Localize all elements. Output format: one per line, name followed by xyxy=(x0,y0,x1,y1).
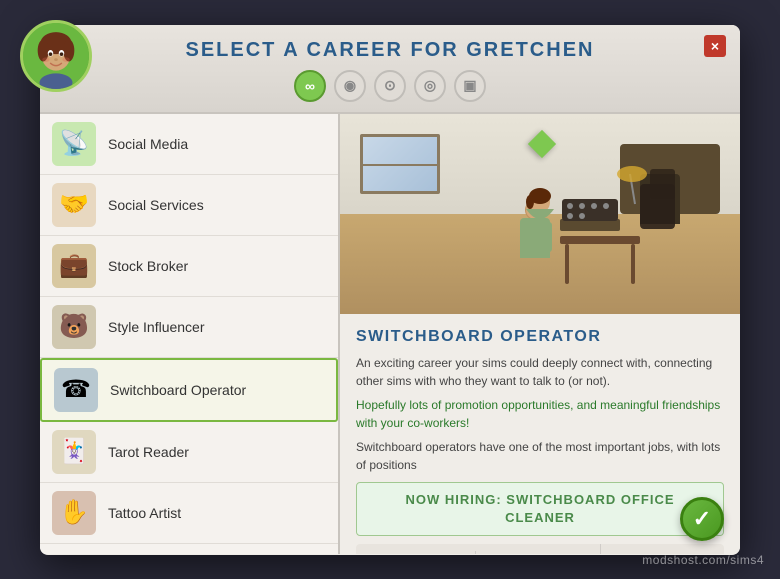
career-name-tarot-reader: Tarot Reader xyxy=(108,444,189,460)
career-name-switchboard-operator: Switchboard Operator xyxy=(110,382,246,398)
career-name-social-services: Social Services xyxy=(108,197,204,213)
filter-icon-f4[interactable]: ◎ xyxy=(414,70,446,102)
modal-body: 📡 Social Media 🤝 Social Services 💼 Stock Brok… xyxy=(40,114,740,554)
watermark: modshost.com/sims4 xyxy=(642,553,764,567)
career-image xyxy=(340,114,740,314)
career-icon-switchboard-operator: ☎ xyxy=(54,368,98,412)
career-item-social-media[interactable]: 📡 Social Media xyxy=(40,114,338,175)
career-selection-modal: Select a Career for Gretchen × ∞◉⊙◎▣ 📡 So… xyxy=(40,25,740,555)
hiring-banner: Now Hiring: Switchboard Office Cleaner xyxy=(356,482,724,536)
career-stats: $ 22/hour 7:00 AM - 7:00 PM SMTWTFS xyxy=(356,544,724,554)
career-item-switchboard-operator[interactable]: ☎ Switchboard Operator xyxy=(40,358,338,422)
career-icon-style-influencer: 🐻 xyxy=(52,305,96,349)
modal-header: Select a Career for Gretchen × ∞◉⊙◎▣ xyxy=(40,25,740,114)
scene-table xyxy=(560,236,640,244)
person-body xyxy=(520,218,550,258)
career-desc-3: Switchboard operators have one of the mo… xyxy=(356,438,724,474)
career-item-stock-broker[interactable]: 💼 Stock Broker xyxy=(40,236,338,297)
career-icon-social-services: 🤝 xyxy=(52,183,96,227)
career-desc-2: Hopefully lots of promotion opportunitie… xyxy=(356,396,724,432)
career-icon-social-media: 📡 xyxy=(52,122,96,166)
scene-person xyxy=(520,200,550,258)
confirm-button[interactable]: ✓ xyxy=(680,497,724,541)
career-item-social-services[interactable]: 🤝 Social Services xyxy=(40,175,338,236)
filter-icon-f5[interactable]: ▣ xyxy=(454,70,486,102)
hiring-text: Now Hiring: Switchboard Office Cleaner xyxy=(405,492,674,525)
career-desc-1: An exciting career your sims could deepl… xyxy=(356,354,724,390)
person-head xyxy=(525,200,545,220)
career-list: 📡 Social Media 🤝 Social Services 💼 Stock Brok… xyxy=(40,114,340,554)
confirm-icon: ✓ xyxy=(693,508,711,530)
filter-icon-all[interactable]: ∞ xyxy=(294,70,326,102)
career-item-tarot-reader[interactable]: 🃏 Tarot Reader xyxy=(40,422,338,483)
career-name-social-media: Social Media xyxy=(108,136,188,152)
filter-icon-f2[interactable]: ◉ xyxy=(334,70,366,102)
hours-stat: 7:00 AM - 7:00 PM xyxy=(480,544,600,554)
career-name-style-influencer: Style Influencer xyxy=(108,319,205,335)
career-icon-stock-broker: 💼 xyxy=(52,244,96,288)
career-name-stock-broker: Stock Broker xyxy=(108,258,188,274)
selected-career-title: Switchboard Operator xyxy=(356,328,724,346)
career-icon-tarot-reader: 🃏 xyxy=(52,430,96,474)
career-item-style-influencer[interactable]: 🐻 Style Influencer xyxy=(40,297,338,358)
career-item-tattoo-artist[interactable]: ✋ Tattoo Artist xyxy=(40,483,338,544)
filter-bar: ∞◉⊙◎▣ xyxy=(60,70,720,102)
modal-title: Select a Career for Gretchen xyxy=(60,39,720,62)
career-name-tattoo-artist: Tattoo Artist xyxy=(108,505,181,521)
pay-stat: $ 22/hour xyxy=(356,551,476,554)
scene-bg-chair xyxy=(640,174,680,224)
scene-window xyxy=(360,134,440,194)
career-detail: Switchboard Operator An exciting career … xyxy=(340,114,740,554)
avatar xyxy=(20,20,92,92)
close-button[interactable]: × xyxy=(704,35,726,57)
filter-icon-f3[interactable]: ⊙ xyxy=(374,70,406,102)
career-icon-tattoo-artist: ✋ xyxy=(52,491,96,535)
